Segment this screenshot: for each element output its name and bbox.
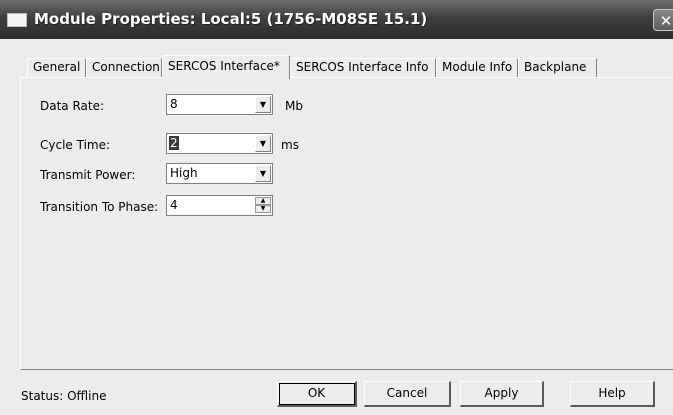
data-rate-unit: Mb [285, 99, 303, 113]
transmit-power-value: High [170, 166, 198, 180]
module-properties-dialog: Module Properties: Local:5 (1756-M08SE 1… [0, 0, 673, 415]
window-icon [7, 13, 27, 27]
tab-sercos-interface-info[interactable]: SERCOS Interface Info [290, 58, 436, 77]
transition-to-phase-label: Transition To Phase: [40, 200, 159, 214]
data-rate-select[interactable]: 8 ▼ [166, 94, 273, 115]
transmit-power-label: Transmit Power: [40, 168, 136, 182]
transition-to-phase-value: 4 [170, 198, 178, 212]
transition-to-phase-spinner[interactable]: 4 ▲ ▼ [166, 195, 273, 216]
chevron-down-icon[interactable]: ▼ [255, 96, 271, 113]
tab-sercos-interface[interactable]: SERCOS Interface* [162, 55, 290, 79]
tab-backplane[interactable]: Backplane [518, 58, 597, 77]
cycle-time-select[interactable]: 2 ▼ [166, 133, 273, 154]
data-rate-label: Data Rate: [40, 99, 105, 113]
window-title: Module Properties: Local:5 (1756-M08SE 1… [34, 10, 428, 28]
cycle-time-unit: ms [281, 138, 299, 152]
transmit-power-select[interactable]: High ▼ [166, 163, 273, 184]
status-text: Status: Offline [21, 389, 107, 403]
help-button[interactable]: Help [570, 381, 655, 407]
spinner-buttons: ▲ ▼ [255, 197, 271, 214]
data-rate-value: 8 [170, 97, 178, 111]
tab-strip: General Connection SERCOS Interface* SER… [0, 55, 673, 79]
cycle-time-value: 2 [169, 136, 179, 150]
title-bar: Module Properties: Local:5 (1756-M08SE 1… [0, 0, 673, 39]
cycle-time-label: Cycle Time: [40, 138, 111, 152]
tab-panel-sercos-interface [20, 77, 673, 370]
spin-down-icon[interactable]: ▼ [255, 205, 271, 213]
close-button[interactable]: ✕ [653, 9, 673, 31]
cancel-button[interactable]: Cancel [364, 381, 451, 407]
tab-general[interactable]: General [27, 58, 86, 77]
chevron-down-icon[interactable]: ▼ [255, 165, 271, 182]
chevron-down-icon[interactable]: ▼ [255, 135, 271, 152]
spin-up-icon[interactable]: ▲ [255, 197, 271, 205]
apply-button[interactable]: Apply [460, 381, 544, 407]
ok-button[interactable]: OK [277, 381, 357, 407]
tab-connection[interactable]: Connection [86, 58, 162, 77]
tab-module-info[interactable]: Module Info [436, 58, 518, 77]
